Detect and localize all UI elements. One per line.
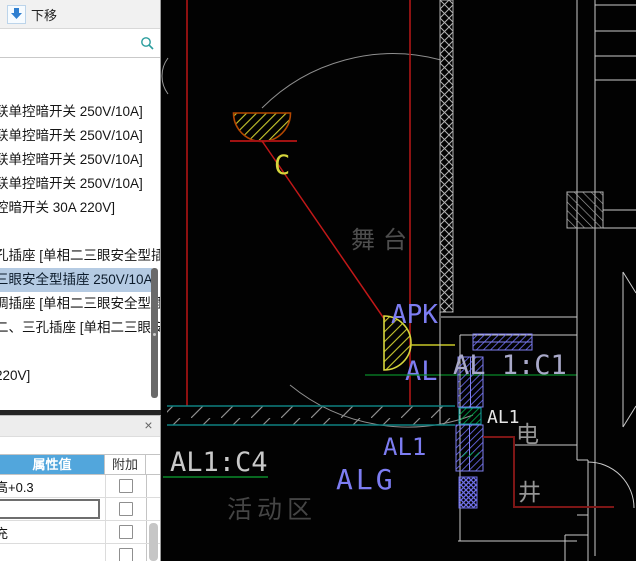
- panel-green-strip: [460, 452, 479, 457]
- list-item[interactable]: 控暗开关 30A 220V]: [0, 196, 152, 220]
- wall-column-hatched: [440, 0, 453, 312]
- close-icon[interactable]: ×: [141, 418, 156, 433]
- search-icon[interactable]: [140, 36, 154, 50]
- attach-checkbox[interactable]: [119, 479, 133, 493]
- list-item[interactable]: 二、三孔插座 [单相二三眼安全: [0, 316, 152, 340]
- component-list: 联单控暗开关 250V/10A] 联单控暗开关 250V/10A] 联单控暗开关…: [0, 57, 160, 410]
- label-activity-area: 活动区: [227, 495, 317, 524]
- list-toolbar: 下移: [0, 0, 160, 29]
- property-row: 充: [0, 521, 160, 544]
- label-jing: 井: [518, 480, 541, 506]
- list-item[interactable]: 孔插座 [单相二三眼安全型插座: [0, 244, 152, 268]
- list-item[interactable]: 联单控暗开关 250V/10A]: [0, 148, 152, 172]
- down-arrow-icon: [7, 5, 26, 24]
- properties-scrollbar-thumb[interactable]: [149, 523, 158, 561]
- cad-application-window: 下移 联单控暗开关 250V/10A] 联单控暗开关 250V/10A] 联单控…: [0, 0, 636, 561]
- property-row: [0, 544, 160, 561]
- list-item[interactable]: 220V]: [0, 364, 152, 388]
- list-item[interactable]: 联单控暗开关 250V/10A]: [0, 124, 152, 148]
- panel-block-lower[interactable]: [459, 477, 477, 508]
- properties-header-row: 属性值 附加: [0, 454, 160, 475]
- list-item[interactable]: [0, 220, 152, 244]
- label-al1c4: AL1:C4: [170, 447, 268, 478]
- floor-band-hatch: [167, 406, 455, 425]
- label-alg: ALG: [336, 463, 396, 496]
- label-apk: APK: [391, 300, 438, 330]
- attach-checkbox[interactable]: [119, 525, 133, 539]
- component-list-panel: 下移 联单控暗开关 250V/10A] 联单控暗开关 250V/10A] 联单控…: [0, 0, 161, 410]
- search-input[interactable]: [2, 31, 138, 55]
- search-bar: [0, 29, 160, 58]
- property-row: [0, 498, 160, 521]
- label-al1-mid: AL1: [383, 433, 426, 461]
- label-al: AL: [405, 356, 438, 387]
- move-down-label: 下移: [31, 5, 57, 24]
- property-value-header: 属性值: [0, 455, 104, 474]
- panel-box-green[interactable]: [459, 408, 481, 424]
- attach-checkbox[interactable]: [119, 502, 133, 516]
- list-item[interactable]: [0, 340, 152, 364]
- property-row: 高+0.3: [0, 475, 160, 498]
- attach-header: 附加: [104, 455, 146, 474]
- wall-pier-hatched: [567, 192, 603, 228]
- property-value[interactable]: 充: [0, 523, 105, 542]
- label-dian: 电: [516, 422, 539, 448]
- list-scrollbar-thumb[interactable]: [151, 268, 158, 398]
- list-item[interactable]: 联单控暗开关 250V/10A]: [0, 172, 152, 196]
- property-value-input[interactable]: [0, 499, 100, 519]
- label-al1c1: AL 1:C1: [453, 350, 567, 381]
- properties-titlebar: ×: [0, 416, 160, 437]
- list-item-selected[interactable]: 三眼安全型插座 250V/10A]: [0, 268, 152, 292]
- move-down-button[interactable]: 下移: [3, 4, 61, 25]
- list-item[interactable]: 联单控暗开关 250V/10A]: [0, 100, 152, 124]
- cad-drawing-canvas[interactable]: C 舞台 APK AL: [161, 0, 636, 561]
- label-stage: 舞台: [351, 226, 415, 254]
- property-value[interactable]: 高+0.3: [0, 477, 105, 496]
- attach-checkbox[interactable]: [119, 548, 133, 561]
- label-c: C: [274, 150, 290, 181]
- list-item[interactable]: 调插座 [单相二三眼安全型插座: [0, 292, 152, 316]
- properties-panel: × 属性值 附加 高+0.3 充: [0, 415, 161, 561]
- label-al1-small: AL1: [487, 407, 520, 428]
